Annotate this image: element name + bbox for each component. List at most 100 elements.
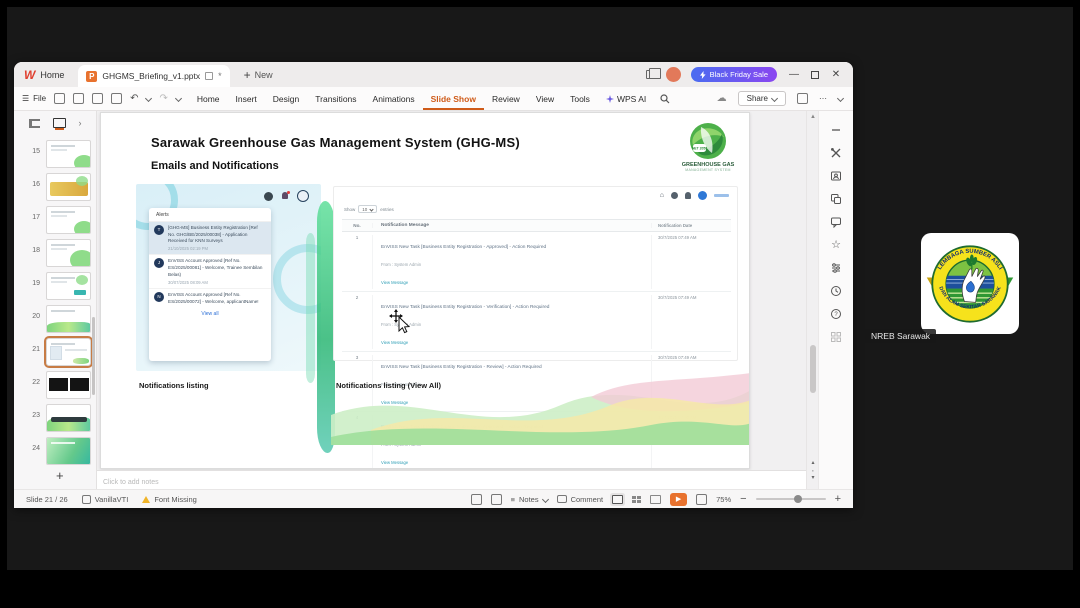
zoom-in-button[interactable]: +	[835, 493, 841, 505]
slide-preview	[46, 239, 91, 267]
theme-indicator[interactable]: VanillaVTI	[81, 494, 128, 504]
thumbnail-slide-17[interactable]: 17	[14, 206, 97, 236]
menu-design[interactable]: Design	[265, 94, 307, 104]
comment-panel-icon[interactable]	[830, 215, 843, 228]
share-button[interactable]: Share	[737, 91, 786, 106]
menu-animations[interactable]: Animations	[365, 94, 423, 104]
cloud-sync-icon[interactable]: ☁	[717, 93, 727, 104]
thumbnail-slide-15[interactable]: 15	[14, 140, 97, 170]
export-icon[interactable]	[73, 93, 85, 104]
comment-icon	[556, 495, 567, 503]
expand-panel-icon[interactable]: ›	[79, 118, 82, 128]
comment-label: Comment	[570, 494, 604, 504]
share-dropdown-icon	[770, 94, 779, 103]
slide-sorter-view-button[interactable]	[632, 495, 642, 503]
sidebar-toggle-icon[interactable]	[797, 93, 808, 104]
print-icon[interactable]	[92, 93, 104, 104]
print-preview-icon[interactable]	[111, 93, 123, 104]
zoom-out-button[interactable]: −	[740, 493, 746, 505]
collapse-ribbon-icon[interactable]	[836, 94, 845, 103]
undo-dropdown-icon[interactable]	[145, 94, 153, 103]
more-options-icon[interactable]: ⋯	[819, 94, 827, 103]
close-button[interactable]: ✕	[829, 69, 843, 80]
menu-review[interactable]: Review	[484, 94, 528, 104]
slide-number: 15	[32, 148, 40, 155]
notes-toggle[interactable]: ≡ Notes	[511, 495, 549, 504]
zoom-slider[interactable]	[755, 495, 826, 503]
slideshow-play-button[interactable]: ▶	[670, 492, 688, 506]
next-slide-button[interactable]: ▾	[809, 474, 817, 483]
wps-ai-menu[interactable]: WPS AI	[598, 94, 654, 104]
thumbnail-slide-22[interactable]: 22	[14, 371, 97, 401]
maximize-button[interactable]	[811, 70, 819, 79]
menu-tools[interactable]: Tools	[562, 94, 598, 104]
outline-view-icon[interactable]	[28, 118, 40, 128]
slide-view-icon[interactable]	[52, 118, 66, 128]
window-arrange-icon[interactable]	[645, 68, 661, 79]
tab-preview-icon[interactable]	[205, 72, 214, 80]
search-icon[interactable]	[660, 93, 670, 104]
notes-placeholder: Click to add notes	[103, 479, 159, 486]
alert-item: J EnVISS Account Approved [Ref No. ES/20…	[149, 255, 271, 289]
thumbnail-slide-21-selected[interactable]: 21	[14, 336, 97, 368]
file-menu[interactable]: ☰ File	[22, 94, 46, 103]
caption-left: Notifications listing	[139, 381, 209, 390]
help-circle-icon[interactable]: ?	[830, 307, 843, 320]
quick-tools-icon[interactable]	[830, 146, 843, 159]
save-icon[interactable]	[54, 93, 66, 104]
thumbnail-slide-20[interactable]: 20	[14, 305, 97, 335]
participant-name-label: NREB Sarawak	[865, 329, 937, 343]
thumbnail-slide-23[interactable]: 23	[14, 404, 97, 434]
document-tab[interactable]: P GHGMS_Briefing_v1.pptx *	[78, 65, 230, 87]
account-avatar[interactable]	[665, 67, 681, 82]
add-slide-button[interactable]: +	[56, 468, 64, 483]
new-tab-button[interactable]: + New	[244, 68, 273, 82]
minimize-button[interactable]: —	[787, 69, 801, 80]
statusbar: Slide 21 / 26 VanillaVTI Font Missing ≡ …	[14, 489, 853, 508]
slide-21[interactable]: Sarawak Greenhouse Gas Management System…	[100, 112, 750, 469]
collapse-rail-icon[interactable]	[830, 123, 843, 136]
favorites-icon[interactable]: ☆	[830, 238, 843, 251]
alert-text: EnVISS Account Approved [Ref No. ES/2025…	[168, 258, 263, 277]
normal-view-button[interactable]	[612, 494, 624, 504]
resume-assistant-icon[interactable]	[830, 169, 843, 182]
scrollbar-thumb[interactable]	[810, 345, 816, 393]
comment-toggle[interactable]: Comment	[556, 494, 604, 504]
row-date: 30/7/2025 07:49 AM	[651, 294, 731, 349]
notes-area[interactable]: Click to add notes	[97, 470, 806, 489]
shapes-panel-icon[interactable]	[830, 192, 843, 205]
thumbnail-slide-19[interactable]: 19	[14, 272, 97, 302]
slide-settings-icon[interactable]	[470, 493, 482, 505]
menu-home[interactable]: Home	[189, 94, 228, 104]
menu-transitions[interactable]: Transitions	[307, 94, 364, 104]
plus-icon: +	[243, 67, 251, 82]
settings-sliders-icon[interactable]	[830, 261, 843, 274]
thumbnail-slide-16[interactable]: 16	[14, 173, 97, 203]
slide-number: 16	[32, 181, 40, 188]
previous-slide-button[interactable]: ▴	[809, 459, 817, 468]
canvas-scrollbar[interactable]: ▲ ▴ ▪ ▾	[806, 111, 818, 489]
thumbnail-slide-18[interactable]: 18	[14, 239, 97, 269]
undo-icon[interactable]: ↶	[130, 93, 138, 104]
menu-toolbar: ☰ File ↶ ↷ Home Insert Design Transition…	[14, 87, 853, 111]
fit-slide-icon[interactable]	[696, 493, 708, 505]
menu-view[interactable]: View	[528, 94, 562, 104]
thumbnail-scrollbar[interactable]	[92, 317, 95, 395]
start-from-slide-icon[interactable]	[490, 493, 502, 505]
quickbar-dropdown-icon[interactable]	[174, 94, 182, 103]
wps-home-tab[interactable]: W Home	[14, 62, 78, 87]
zoom-slider-knob[interactable]	[794, 495, 803, 503]
apps-grid-icon[interactable]	[830, 330, 843, 343]
alert-time: 30/07/2025 08:09 AM	[168, 279, 208, 285]
history-clock-icon[interactable]	[830, 284, 843, 297]
menu-slide-show[interactable]: Slide Show	[422, 94, 484, 110]
thumbnail-slide-24[interactable]: 24	[14, 437, 97, 467]
menu-insert[interactable]: Insert	[228, 94, 265, 104]
black-friday-sale-button[interactable]: Black Friday Sale	[690, 67, 777, 82]
reading-view-button[interactable]	[650, 494, 662, 504]
zoom-percentage[interactable]: 75%	[716, 495, 731, 504]
redo-icon[interactable]: ↷	[159, 93, 167, 104]
font-missing-warning[interactable]: Font Missing	[142, 495, 197, 504]
scroll-up-icon[interactable]: ▲	[810, 114, 816, 120]
window-body: › 15 16 17 18 19 20 21 22 23 24 + Sarawa…	[14, 111, 853, 489]
